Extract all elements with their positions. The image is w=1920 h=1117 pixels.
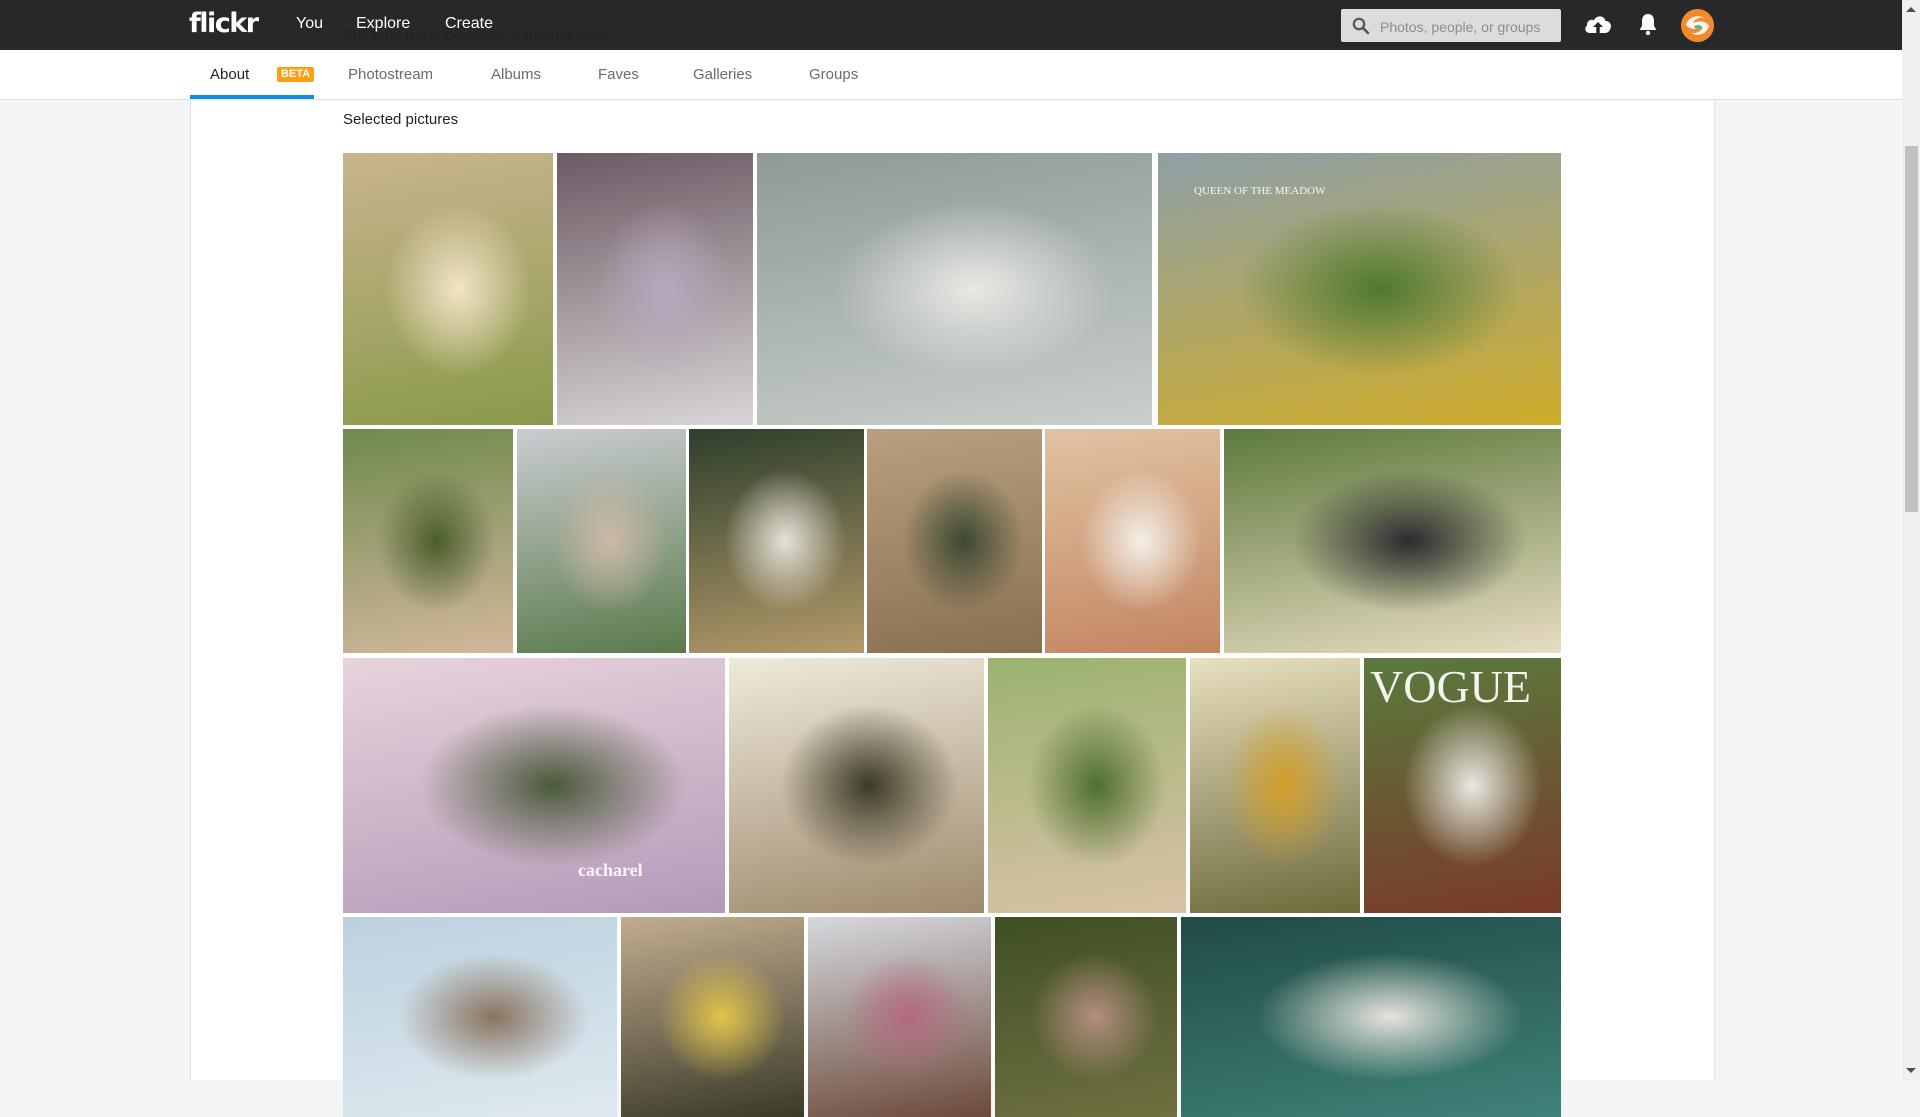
tab-galleries[interactable]: Galleries	[693, 66, 752, 83]
scroll-down-arrow-icon[interactable]	[1906, 1068, 1916, 1073]
photo-overlay-text: cacharel	[578, 860, 643, 880]
photo-thumbnail[interactable]	[995, 917, 1177, 1117]
notifications-bell-icon[interactable]	[1638, 13, 1658, 36]
section-title-selected-pictures: Selected pictures	[343, 111, 459, 128]
photo-thumbnail[interactable]	[517, 429, 686, 653]
photo-overlay-text: VOGUE	[1370, 661, 1531, 712]
search-input[interactable]	[1378, 9, 1560, 44]
tab-albums[interactable]: Albums	[491, 66, 541, 83]
tab-faves[interactable]: Faves	[598, 66, 639, 83]
photo-overlay-text: QUEEN OF THE MEADOW	[1194, 185, 1326, 197]
page-scrollbar[interactable]	[1902, 0, 1920, 1080]
nav-you[interactable]: You	[296, 15, 323, 33]
search-icon	[1352, 17, 1370, 35]
photo-thumbnail[interactable]	[621, 917, 804, 1117]
photo-thumbnail[interactable]	[729, 658, 984, 913]
avatar-image	[1681, 9, 1714, 42]
upload-cloud-icon[interactable]	[1583, 13, 1613, 35]
tab-photostream[interactable]: Photostream	[348, 66, 433, 83]
photo-thumbnail[interactable]: QUEEN OF THE MEADOW	[1158, 153, 1561, 425]
tab-about[interactable]: About	[210, 66, 249, 83]
photo-thumbnail[interactable]	[689, 429, 864, 653]
photo-thumbnail[interactable]	[808, 917, 991, 1117]
scrollbar-thumb[interactable]	[1905, 146, 1918, 512]
photo-thumbnail[interactable]	[988, 658, 1186, 913]
photo-thumbnail[interactable]	[867, 429, 1042, 653]
photo-thumbnail[interactable]	[757, 153, 1152, 425]
nav-create[interactable]: Create	[445, 15, 493, 33]
scroll-up-arrow-icon[interactable]	[1906, 7, 1916, 12]
tab-groups[interactable]: Groups	[809, 66, 858, 83]
avatar[interactable]	[1681, 9, 1714, 42]
photo-thumbnail[interactable]	[343, 429, 513, 653]
global-header: flickr You Explore Create	[0, 0, 1902, 50]
photo-thumbnail[interactable]: cacharel	[343, 658, 725, 913]
search-box[interactable]	[1341, 9, 1561, 44]
photo-thumbnail[interactable]	[1045, 429, 1220, 653]
photo-thumbnail[interactable]	[1190, 658, 1360, 913]
photo-thumbnail[interactable]: VOGUE	[1364, 658, 1561, 913]
photo-thumbnail[interactable]	[1224, 429, 1561, 653]
flickr-logo[interactable]: flickr	[189, 8, 259, 39]
photo-thumbnail[interactable]	[343, 917, 617, 1117]
nav-explore[interactable]: Explore	[356, 15, 410, 33]
beta-badge: BETA	[277, 67, 315, 82]
active-tab-indicator	[190, 95, 314, 99]
photo-thumbnail[interactable]	[557, 153, 753, 425]
profile-subnav: About BETA Photostream Albums Faves Gall…	[0, 50, 1902, 100]
photo-thumbnail[interactable]	[1181, 917, 1561, 1117]
photo-thumbnail[interactable]	[343, 153, 553, 425]
